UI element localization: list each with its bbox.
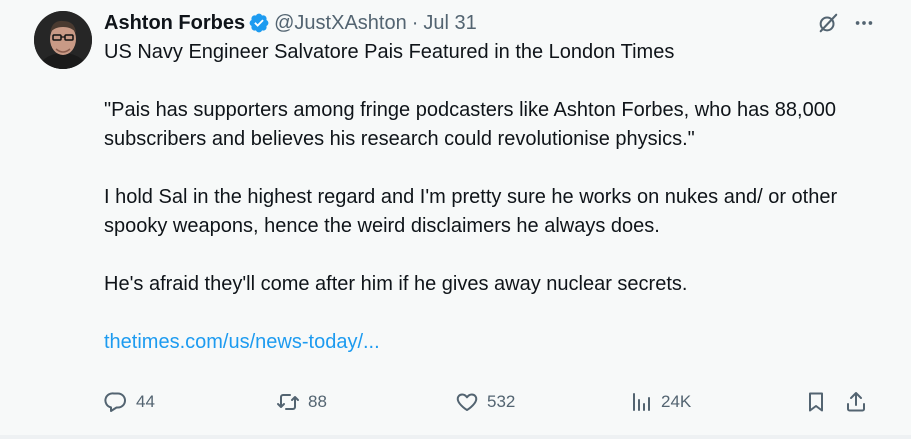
verified-badge-icon bbox=[248, 12, 270, 34]
share-icon bbox=[847, 392, 865, 412]
repost-button[interactable]: 88 bbox=[276, 390, 327, 414]
tweet-date[interactable]: Jul 31 bbox=[423, 12, 476, 35]
bookmark-button[interactable] bbox=[804, 390, 828, 414]
like-button[interactable]: 532 bbox=[455, 390, 515, 414]
repost-icon bbox=[277, 394, 299, 410]
avatar[interactable] bbox=[34, 11, 92, 69]
tweet-paragraph: He's afraid they'll come after him if he… bbox=[104, 273, 688, 295]
top-actions bbox=[817, 12, 875, 34]
author-display-name[interactable]: Ashton Forbes bbox=[104, 12, 245, 35]
reply-count: 44 bbox=[136, 392, 155, 411]
repost-count: 88 bbox=[308, 392, 327, 411]
heart-icon bbox=[456, 393, 478, 411]
views-chart-icon bbox=[633, 393, 650, 411]
views-button[interactable]: 24K bbox=[629, 390, 691, 414]
bookmark-icon bbox=[809, 392, 823, 412]
grok-icon[interactable] bbox=[817, 12, 839, 34]
share-button[interactable] bbox=[844, 390, 868, 414]
tweet-header: Ashton Forbes @JustXAshton · Jul 31 bbox=[104, 10, 477, 36]
tweet-paragraph: "Pais has supporters among fringe podcas… bbox=[104, 99, 836, 150]
tweet-paragraph: I hold Sal in the highest regard and I'm… bbox=[104, 186, 838, 237]
more-icon[interactable] bbox=[853, 12, 875, 34]
tweet-card[interactable]: Ashton Forbes @JustXAshton · Jul 31 US N… bbox=[0, 0, 911, 439]
header-separator: · bbox=[411, 11, 419, 34]
action-bar: 44 88 532 24K bbox=[104, 386, 874, 418]
tweet-divider bbox=[0, 435, 911, 439]
tweet-paragraph: US Navy Engineer Salvatore Pais Featured… bbox=[104, 41, 675, 63]
views-count: 24K bbox=[661, 392, 692, 411]
tweet-text: US Navy Engineer Salvatore Pais Featured… bbox=[104, 38, 884, 357]
author-handle[interactable]: @JustXAshton bbox=[274, 12, 407, 35]
reply-icon bbox=[104, 392, 126, 412]
tweet-link[interactable]: thetimes.com/us/news-today/... bbox=[104, 328, 884, 357]
reply-button[interactable]: 44 bbox=[104, 390, 155, 414]
like-count: 532 bbox=[487, 392, 516, 411]
